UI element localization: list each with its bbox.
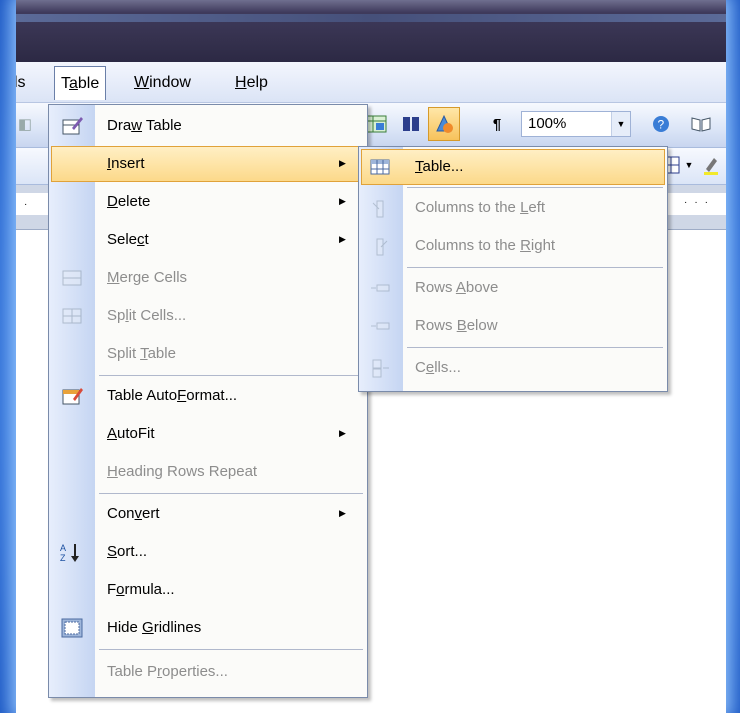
menu-item-label: Draw Table [107,117,182,134]
autoformat-icon [62,388,83,405]
menu-item-heading-rows-repeat[interactable]: Heading Rows Repeat [49,453,367,491]
insert-cells-icon [372,359,389,378]
menu-item-label: Table AutoFormat... [107,387,238,404]
menu-item-hide-gridlines[interactable]: Hide Gridlines [49,609,367,647]
borders-dropdown-icon[interactable]: ▼ [684,154,694,176]
menu-item-label: Heading Rows Repeat [107,463,258,480]
help-icon[interactable]: ? [648,111,674,137]
menu-item-table-properties[interactable]: Table Properties... [49,653,367,691]
menu-item-label: Convert [107,505,160,522]
menu-tools[interactable]: ls [16,72,26,94]
submenu-item-label: Columns to the Right [415,237,556,254]
zoom-select[interactable]: 100% ▼ [521,111,631,137]
menu-bar: ls Table Window Help [16,62,726,103]
menu-item-label: Hide Gridlines [107,619,202,636]
submenu-item-label: Rows Above [415,279,499,296]
svg-text:A: A [60,543,66,553]
submenu-item-label: Rows Below [415,317,498,334]
menu-item-merge-cells[interactable]: Merge Cells [49,259,367,297]
ruler-mark: · [24,199,28,210]
chevron-down-icon[interactable]: ▼ [611,112,630,136]
menu-table-label: Table [61,75,100,92]
columns-icon[interactable] [398,111,424,137]
menu-item-split-table[interactable]: Split Table [49,335,367,373]
drawing-icon[interactable] [428,107,460,141]
menu-window[interactable]: Window [134,72,191,94]
menu-item-label: Delete [107,193,151,210]
submenu-separator [407,187,663,188]
menu-separator [99,649,363,650]
menu-item-label: Split Cells... [107,307,187,324]
submenu-item-cells[interactable]: Cells... [359,349,667,387]
read-icon[interactable] [688,111,714,137]
menu-highlight [51,146,365,182]
word-window: ls Table Window Help ◧ ¶ 100% ▼ ? ▼ [16,0,726,713]
menu-table[interactable]: Table [54,66,107,100]
menu-item-label: Merge Cells [107,269,188,286]
title-bar [16,0,726,62]
svg-text:?: ? [658,118,665,132]
submenu-arrow-icon: ▶ [339,158,346,168]
menu-item-sort[interactable]: AZ Sort... [49,533,367,571]
submenu-item-label: Columns to the Left [415,199,546,216]
table-menu: Draw Table Insert ▶ Delete ▶ Select ▶ Me… [48,104,368,698]
submenu-arrow-icon: ▶ [339,428,346,438]
menu-item-select[interactable]: Select ▶ [49,221,367,259]
toolbar-partial-icon[interactable]: ◧ [16,113,34,135]
menu-item-convert[interactable]: Convert ▶ [49,495,367,533]
menu-item-table-autoformat[interactable]: Table AutoFormat... [49,377,367,415]
menu-item-label: Split Table [107,345,176,362]
menu-help[interactable]: Help [235,72,268,94]
submenu-item-columns-right[interactable]: Columns to the Right [359,227,667,265]
menu-item-label: Select [107,231,149,248]
menu-item-label: Insert [107,155,145,172]
submenu-highlight [361,149,665,185]
insert-column-right-icon [376,238,388,256]
menu-item-insert[interactable]: Insert ▶ [49,145,367,183]
insert-row-below-icon [371,322,390,330]
menu-item-autofit[interactable]: AutoFit ▶ [49,415,367,453]
draw-table-icon [62,117,83,135]
insert-submenu: Table... Columns to the Left Columns to … [358,146,668,392]
menu-item-formula[interactable]: Formula... [49,571,367,609]
submenu-arrow-icon: ▶ [339,508,346,518]
submenu-item-label: Cells... [415,359,461,376]
menu-item-draw-table[interactable]: Draw Table [49,107,367,145]
menu-item-delete[interactable]: Delete ▶ [49,183,367,221]
submenu-separator [407,347,663,348]
menu-separator [99,375,363,376]
submenu-item-rows-above[interactable]: Rows Above [359,269,667,307]
submenu-item-columns-left[interactable]: Columns to the Left [359,189,667,227]
submenu-arrow-icon: ▶ [339,234,346,244]
show-hide-icon[interactable]: ¶ [486,111,508,137]
menu-item-label: Formula... [107,581,175,598]
submenu-item-table[interactable]: Table... [359,148,667,186]
zoom-value: 100% [528,115,567,132]
sort-icon: AZ [60,543,79,563]
gridlines-icon [61,618,83,638]
title-bar-stripe [16,14,726,22]
split-cells-icon [62,308,82,324]
ruler-ticks: ··· [684,197,715,208]
submenu-separator [407,267,663,268]
menu-item-label: Sort... [107,543,148,560]
menu-item-label: Table Properties... [107,663,228,680]
highlight-icon[interactable] [700,154,722,176]
merge-cells-icon [62,270,82,286]
menu-item-split-cells[interactable]: Split Cells... [49,297,367,335]
svg-text:Z: Z [60,553,66,563]
submenu-item-label: Table... [415,158,464,175]
insert-column-left-icon [372,200,384,218]
submenu-arrow-icon: ▶ [339,196,346,206]
submenu-item-rows-below[interactable]: Rows Below [359,307,667,345]
insert-row-above-icon [371,284,390,292]
menu-separator [99,493,363,494]
menu-item-label: AutoFit [107,425,155,442]
insert-table-icon [370,159,390,175]
